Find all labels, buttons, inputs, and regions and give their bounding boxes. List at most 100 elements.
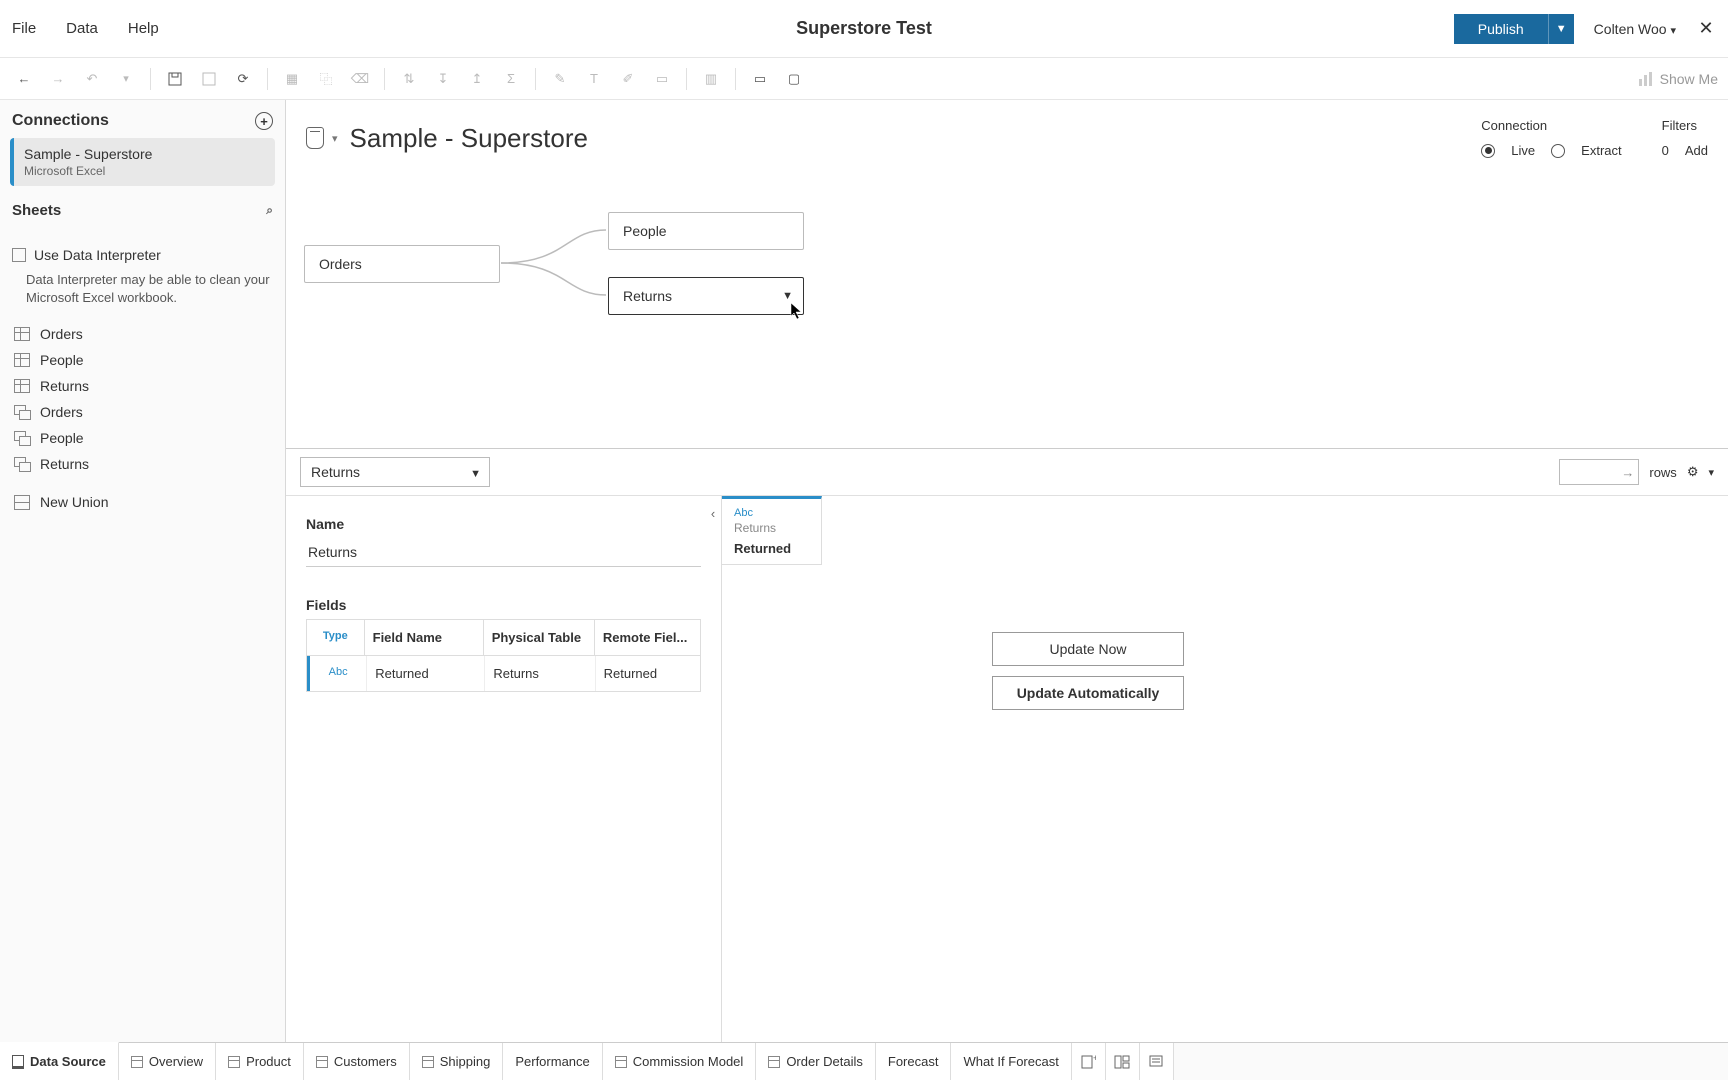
datasource-tab-icon bbox=[12, 1055, 24, 1069]
tab-forecast[interactable]: Forecast bbox=[876, 1043, 952, 1080]
field-row[interactable]: Abc Returned Returns Returned bbox=[307, 656, 700, 691]
rows-label: rows bbox=[1649, 465, 1676, 480]
saveas-icon[interactable] bbox=[195, 65, 223, 93]
linked-returns[interactable]: Returns bbox=[0, 451, 285, 477]
connection-name: Sample - Superstore bbox=[24, 146, 265, 162]
user-menu[interactable]: Colten Woo ▾ bbox=[1594, 21, 1676, 37]
sheet-people[interactable]: People bbox=[0, 347, 285, 373]
tab-performance[interactable]: Performance bbox=[503, 1043, 602, 1080]
sortasc-icon: ↧ bbox=[429, 65, 457, 93]
new-union[interactable]: New Union bbox=[0, 489, 285, 515]
interpreter-help: Data Interpreter may be able to clean yo… bbox=[0, 267, 285, 317]
menu-file[interactable]: File bbox=[12, 20, 36, 37]
interpreter-checkbox[interactable] bbox=[12, 248, 26, 262]
filters-label: Filters bbox=[1662, 118, 1708, 133]
join-table-returns[interactable]: Returns ▼ bbox=[608, 277, 804, 315]
tab-data-source[interactable]: Data Source bbox=[0, 1042, 119, 1080]
connections-label: Connections bbox=[12, 112, 109, 130]
back-icon[interactable]: ← bbox=[10, 65, 38, 93]
tab-overview[interactable]: Overview bbox=[119, 1043, 216, 1080]
linked-table-icon bbox=[14, 457, 30, 471]
sheet-icon bbox=[768, 1056, 780, 1068]
tab-customers[interactable]: Customers bbox=[304, 1043, 410, 1080]
chevron-down-icon: ▼ bbox=[1556, 23, 1567, 35]
menu-data[interactable]: Data bbox=[66, 20, 98, 37]
live-label: Live bbox=[1511, 143, 1535, 158]
svg-text:+: + bbox=[1093, 1054, 1096, 1063]
publish-dropdown[interactable]: ▼ bbox=[1548, 14, 1574, 44]
sheet-icon bbox=[422, 1056, 434, 1068]
preview-column[interactable]: Abc Returns Returned bbox=[722, 496, 822, 565]
tab-shipping[interactable]: Shipping bbox=[410, 1043, 504, 1080]
name-label: Name bbox=[306, 516, 701, 532]
live-radio[interactable] bbox=[1481, 144, 1495, 158]
sortdesc-icon: ↥ bbox=[463, 65, 491, 93]
totals-icon: Σ bbox=[497, 65, 525, 93]
table-icon bbox=[14, 379, 30, 393]
chevron-down-icon[interactable]: ▼ bbox=[782, 290, 793, 302]
col-remotefield-header[interactable]: Remote Fiel... bbox=[595, 620, 700, 655]
name-field[interactable]: Returns bbox=[306, 538, 701, 567]
duplicate-icon: ⿻ bbox=[312, 65, 340, 93]
extract-radio[interactable] bbox=[1551, 144, 1565, 158]
col-fieldname-header[interactable]: Field Name bbox=[365, 620, 484, 655]
rows-input[interactable]: → bbox=[1559, 459, 1639, 485]
sheet-icon bbox=[131, 1056, 143, 1068]
publish-button[interactable]: Publish bbox=[1454, 14, 1548, 44]
update-now-button[interactable]: Update Now bbox=[992, 632, 1184, 666]
undo-icon[interactable]: ↶ bbox=[78, 65, 106, 93]
datasource-dropdown-icon[interactable]: ▾ bbox=[332, 132, 338, 145]
update-automatically-button[interactable]: Update Automatically bbox=[992, 676, 1184, 710]
join-table-orders[interactable]: Orders bbox=[304, 245, 500, 283]
sheet-icon bbox=[228, 1056, 240, 1068]
connection-item[interactable]: Sample - Superstore Microsoft Excel bbox=[10, 138, 275, 186]
tab-product[interactable]: Product bbox=[216, 1043, 304, 1080]
join-table-people[interactable]: People bbox=[608, 212, 804, 250]
interpreter-label: Use Data Interpreter bbox=[34, 247, 161, 263]
presentation-icon[interactable]: ▢ bbox=[780, 65, 808, 93]
table-icon bbox=[14, 327, 30, 341]
preview-table: Returns bbox=[734, 521, 809, 535]
linked-people[interactable]: People bbox=[0, 425, 285, 451]
preview-field: Returned bbox=[734, 541, 809, 556]
highlight-icon: ✎ bbox=[546, 65, 574, 93]
field-name: Returned bbox=[367, 656, 485, 691]
text-icon: T bbox=[580, 65, 608, 93]
linked-orders[interactable]: Orders bbox=[0, 399, 285, 425]
device-icon[interactable]: ▭ bbox=[746, 65, 774, 93]
field-type: Abc bbox=[310, 656, 367, 691]
search-sheets-icon[interactable]: ⌕ bbox=[266, 203, 273, 218]
col-physicaltable-header[interactable]: Physical Table bbox=[484, 620, 595, 655]
datasource-title[interactable]: Sample - Superstore bbox=[350, 123, 588, 154]
dashboard-icon: ▥ bbox=[697, 65, 725, 93]
show-me-button[interactable]: Show Me bbox=[1638, 71, 1718, 87]
tab-order-details[interactable]: Order Details bbox=[756, 1043, 876, 1080]
undo-dropdown[interactable]: ▾ bbox=[112, 65, 140, 93]
sheet-orders[interactable]: Orders bbox=[0, 321, 285, 347]
new-worksheet-button[interactable]: + bbox=[1072, 1043, 1106, 1080]
new-dashboard-button[interactable] bbox=[1106, 1043, 1140, 1080]
clear-icon: ⌫ bbox=[346, 65, 374, 93]
annotation-icon: ✐ bbox=[614, 65, 642, 93]
refresh-icon[interactable]: ⟳ bbox=[229, 65, 257, 93]
settings-icon[interactable]: ⚙ bbox=[1687, 464, 1699, 480]
save-icon[interactable] bbox=[161, 65, 189, 93]
collapse-caret-icon[interactable]: ‹ bbox=[704, 504, 722, 522]
sheet-returns[interactable]: Returns bbox=[0, 373, 285, 399]
tab-commission-model[interactable]: Commission Model bbox=[603, 1043, 757, 1080]
col-type-header: Type bbox=[307, 620, 365, 655]
sheet-icon bbox=[615, 1056, 627, 1068]
chevron-down-icon: ▼ bbox=[470, 468, 481, 480]
filters-add[interactable]: Add bbox=[1685, 143, 1708, 158]
tab-what-if-forecast[interactable]: What If Forecast bbox=[951, 1043, 1071, 1080]
close-button[interactable]: ✕ bbox=[1696, 18, 1716, 39]
add-connection-icon[interactable]: + bbox=[255, 112, 273, 130]
connection-label: Connection bbox=[1481, 118, 1621, 133]
datasource-icon bbox=[306, 127, 324, 149]
new-story-button[interactable] bbox=[1140, 1043, 1174, 1080]
table-selector[interactable]: Returns ▼ bbox=[300, 457, 490, 487]
forward-icon[interactable]: → bbox=[44, 65, 72, 93]
menu-help[interactable]: Help bbox=[128, 20, 159, 37]
chevron-down-icon[interactable]: ▾ bbox=[1708, 466, 1714, 479]
newsheet-icon: ▦ bbox=[278, 65, 306, 93]
